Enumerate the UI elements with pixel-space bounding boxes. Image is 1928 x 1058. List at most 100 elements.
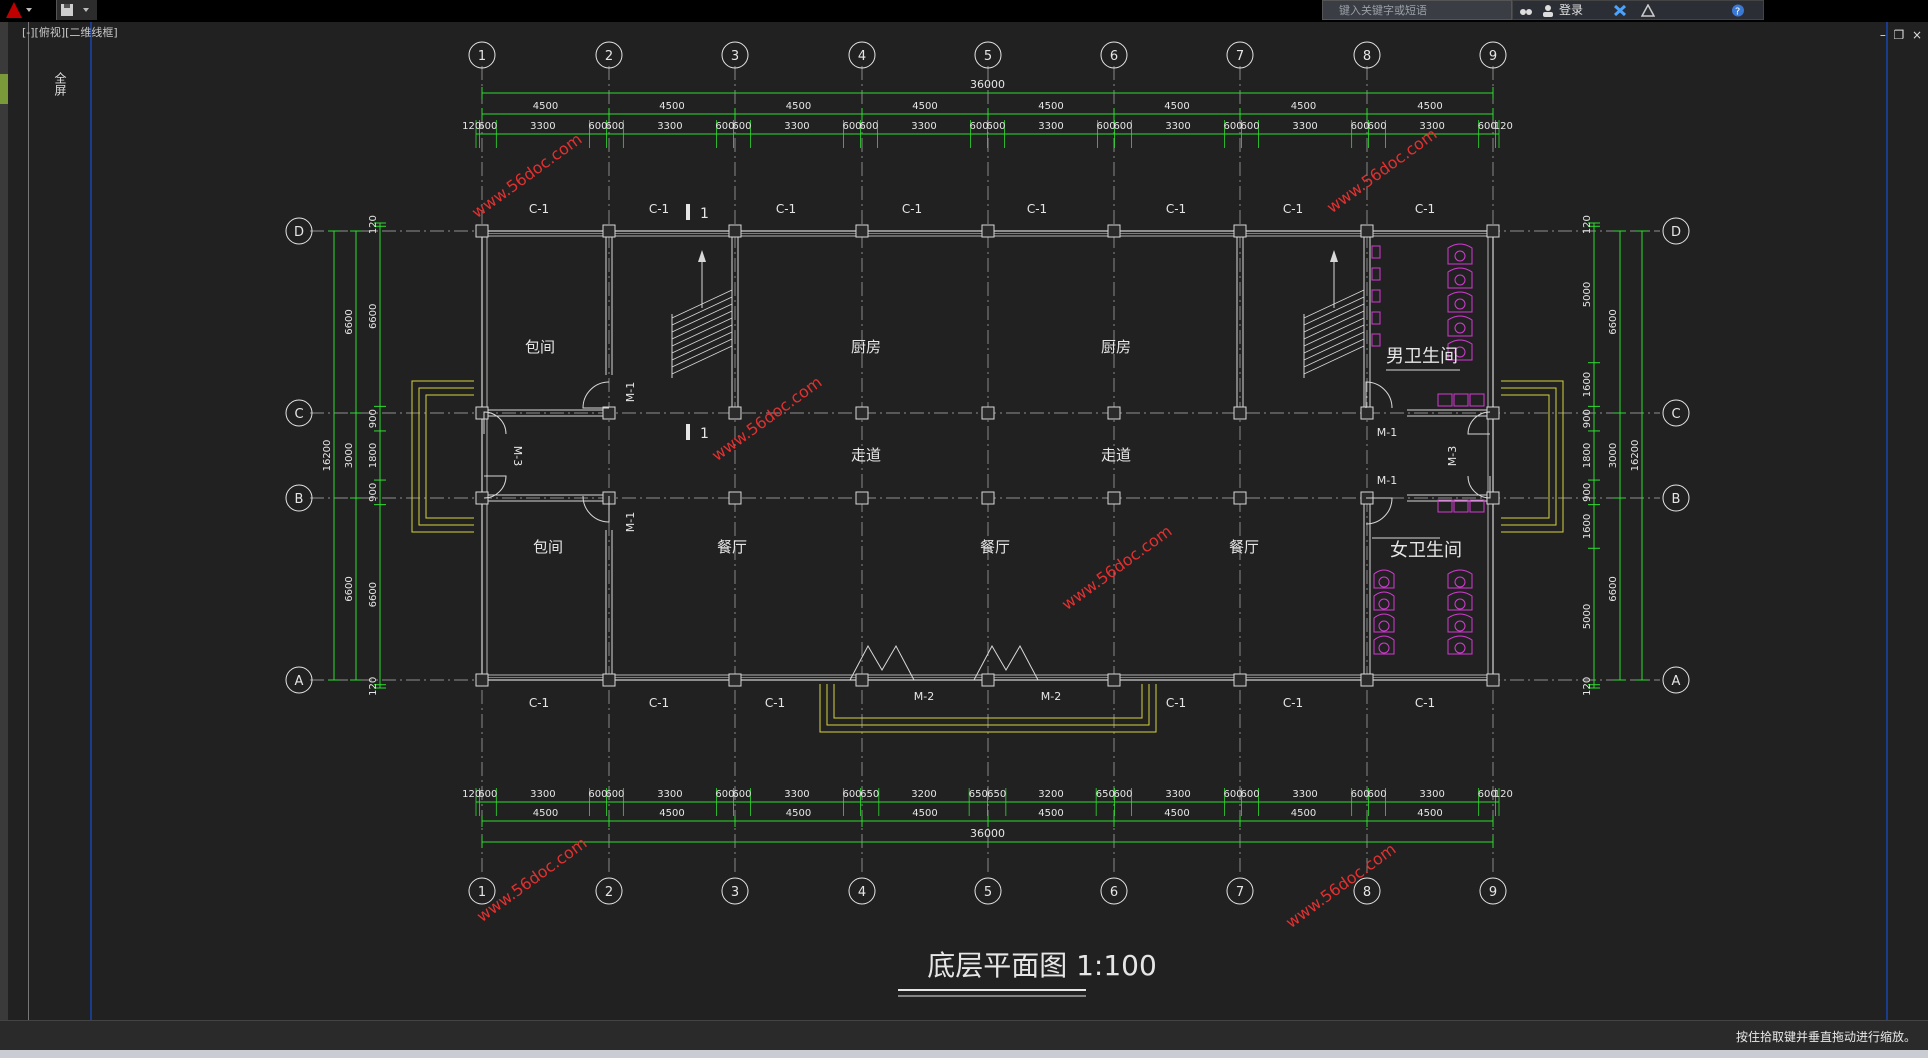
dim-bays-top-text: 4500	[533, 101, 558, 112]
column	[1486, 406, 1500, 420]
urinal	[1371, 311, 1381, 325]
column	[1107, 406, 1121, 420]
dim-right-inner-text: 900	[1582, 409, 1593, 428]
column	[855, 491, 869, 505]
axis-label-C: C	[1671, 407, 1680, 422]
door-label: M-3	[511, 446, 524, 466]
wash-basin	[1453, 499, 1469, 513]
status-bar: 按住拾取键并垂直拖动进行缩放。	[0, 1020, 1928, 1051]
window-label-bottom: C-1	[1283, 696, 1303, 710]
dim-bays-top-text: 4500	[659, 101, 684, 112]
toilet-bowl-men	[1454, 298, 1466, 310]
toilet-bowl-men	[1454, 250, 1466, 262]
window-label-top: C-1	[1415, 202, 1435, 216]
dim-detail-bottom-text: 3300	[657, 789, 682, 800]
window-label-bottom: C-1	[1415, 696, 1435, 710]
dim-bays-bottom-text: 4500	[1291, 808, 1316, 819]
column	[475, 224, 489, 238]
room-label: 餐厅	[1229, 538, 1259, 556]
axis-label-1: 1	[478, 885, 486, 900]
stair-left-tread	[671, 331, 733, 361]
column	[1233, 406, 1247, 420]
stair-right-tread	[1303, 331, 1365, 361]
window-label-bottom: C-1	[529, 696, 549, 710]
dim-left-inner-text: 900	[368, 409, 379, 428]
room-label: 餐厅	[717, 538, 747, 556]
watermark-text: www.56doc.com	[708, 372, 825, 465]
stair-left-tread	[671, 324, 733, 354]
dim-bays-top-text: 4500	[1417, 101, 1442, 112]
toilet-stall-women-a	[1373, 613, 1395, 633]
dim-bays-bottom-text: 4500	[786, 808, 811, 819]
dim-bays-top-text: 4500	[912, 101, 937, 112]
dim-bays-bottom-text: 4500	[659, 808, 684, 819]
toilet-bowl-men	[1454, 274, 1466, 286]
column	[728, 406, 742, 420]
column	[1486, 673, 1500, 687]
watermark-text: www.56doc.com	[1058, 521, 1175, 614]
dim-detail-top-text: 3300	[784, 121, 809, 132]
column	[1107, 491, 1121, 505]
axis-label-4: 4	[858, 49, 866, 64]
door-label: M-1	[1377, 426, 1397, 439]
axis-label-4: 4	[858, 885, 866, 900]
column	[1233, 224, 1247, 238]
watermark-text: www.56doc.com	[1282, 839, 1399, 932]
column	[855, 224, 869, 238]
stair-left-tread	[671, 338, 733, 368]
axis-label-B: B	[295, 492, 304, 507]
window-label-top: C-1	[1283, 202, 1303, 216]
toilet-bowl-women-b	[1454, 642, 1466, 654]
toilet-bowl-women-a	[1378, 642, 1390, 654]
column	[981, 491, 995, 505]
axis-label-8: 8	[1363, 49, 1371, 64]
dim-detail-bottom-text: 650	[860, 789, 879, 800]
porch-left-1	[418, 387, 474, 526]
room-label: 走道	[851, 446, 881, 464]
window-label-top: C-1	[1166, 202, 1186, 216]
wash-basin	[1437, 393, 1453, 407]
axis-label-D: D	[294, 225, 304, 240]
axis-label-6: 6	[1110, 885, 1118, 900]
window-label-bottom: C-1	[765, 696, 785, 710]
dim-detail-bottom-text: 600	[1368, 789, 1387, 800]
urinal	[1371, 245, 1381, 259]
porch-right-0	[1501, 394, 1550, 519]
toilet-bowl-women-b	[1454, 598, 1466, 610]
dim-detail-bottom-text: 600	[842, 789, 861, 800]
axis-label-5: 5	[984, 885, 992, 900]
dim-detail-top-text: 3300	[657, 121, 682, 132]
dim-detail-bottom-text: 650	[969, 789, 988, 800]
axis-label-A: A	[295, 674, 304, 689]
axis-label-5: 5	[984, 49, 992, 64]
toilet-stall-women-b	[1447, 569, 1473, 589]
stair-right-tread	[1303, 345, 1365, 375]
dim-right-outer-text: 6600	[1608, 576, 1619, 601]
axis-label-C: C	[294, 407, 303, 422]
stair-right-tread	[1303, 338, 1365, 368]
dim-detail-top-text: 600	[732, 121, 751, 132]
stair-left-tread	[671, 345, 733, 375]
dim-bays-top-text: 4500	[786, 101, 811, 112]
dim-detail-bottom-text: 600	[605, 789, 624, 800]
window-label-top: C-1	[529, 202, 549, 216]
door-label: M-1	[624, 512, 637, 532]
window-label-top: C-1	[776, 202, 796, 216]
window-label-bottom: C-1	[1166, 696, 1186, 710]
toilet-bowl-women-a	[1378, 576, 1390, 588]
toilet-bowl-women-b	[1454, 620, 1466, 632]
urinal	[1371, 289, 1381, 303]
dim-right-inner-text: 120	[1582, 677, 1593, 696]
column	[602, 406, 616, 420]
window-label-top: C-1	[902, 202, 922, 216]
dim-bays-top-text: 4500	[1291, 101, 1316, 112]
toilet-stall-women-a	[1373, 569, 1395, 589]
column	[475, 673, 489, 687]
column	[1107, 673, 1121, 687]
toilet-bowl-women-a	[1378, 598, 1390, 610]
dim-bays-bottom-text: 4500	[912, 808, 937, 819]
dim-detail-top-text: 600	[986, 121, 1005, 132]
dim-right-outer-text: 3000	[1608, 443, 1619, 468]
dim-detail-top-text: 600	[1240, 121, 1259, 132]
dim-right-outer-text: 6600	[1608, 309, 1619, 334]
